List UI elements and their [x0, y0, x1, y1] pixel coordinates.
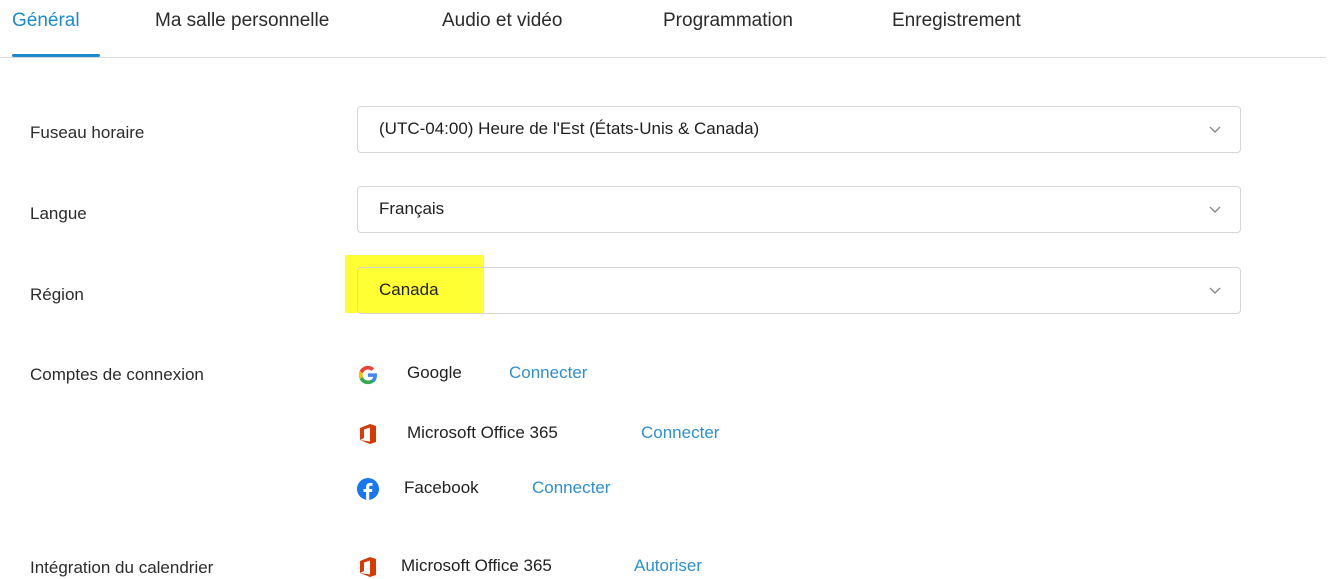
office-connect-link[interactable]: Connecter: [641, 423, 719, 443]
region-select[interactable]: Canada: [357, 267, 1241, 314]
office-account-name: Microsoft Office 365: [407, 423, 558, 442]
region-label: Région: [30, 285, 84, 304]
google-connect-link[interactable]: Connecter: [509, 363, 587, 383]
language-label: Langue: [30, 204, 87, 223]
accounts-label: Comptes de connexion: [30, 365, 204, 384]
tab-recording[interactable]: Enregistrement: [892, 10, 1021, 32]
facebook-icon: [357, 478, 379, 500]
tab-audio-video[interactable]: Audio et vidéo: [442, 10, 562, 32]
tab-general[interactable]: Général: [12, 10, 80, 32]
calendar-label: Intégration du calendrier: [30, 558, 214, 577]
language-select[interactable]: Français: [357, 186, 1241, 233]
tab-bar: Général Ma salle personnelle Audio et vi…: [0, 0, 1326, 58]
language-value: Français: [379, 199, 445, 218]
facebook-connect-link[interactable]: Connecter: [532, 478, 610, 498]
timezone-select[interactable]: (UTC-04:00) Heure de l'Est (États-Unis &…: [357, 106, 1241, 153]
chevron-down-icon: [1209, 126, 1221, 133]
office-icon: [360, 424, 376, 444]
settings-page: Général Ma salle personnelle Audio et vi…: [0, 0, 1331, 579]
tab-personal-room[interactable]: Ma salle personnelle: [155, 10, 329, 32]
calendar-authorize-link[interactable]: Autoriser: [634, 556, 702, 576]
google-icon: [358, 365, 377, 385]
google-account-name: Google: [407, 363, 462, 382]
active-tab-indicator: [12, 54, 100, 57]
tab-scheduling[interactable]: Programmation: [663, 10, 793, 32]
timezone-label: Fuseau horaire: [30, 123, 145, 142]
facebook-account-name: Facebook: [404, 478, 479, 497]
chevron-down-icon: [1209, 206, 1221, 213]
office-icon: [360, 557, 376, 577]
calendar-office-name: Microsoft Office 365: [401, 556, 552, 575]
timezone-value: (UTC-04:00) Heure de l'Est (États-Unis &…: [379, 119, 760, 138]
chevron-down-icon: [1209, 287, 1221, 294]
region-value: Canada: [379, 280, 439, 299]
